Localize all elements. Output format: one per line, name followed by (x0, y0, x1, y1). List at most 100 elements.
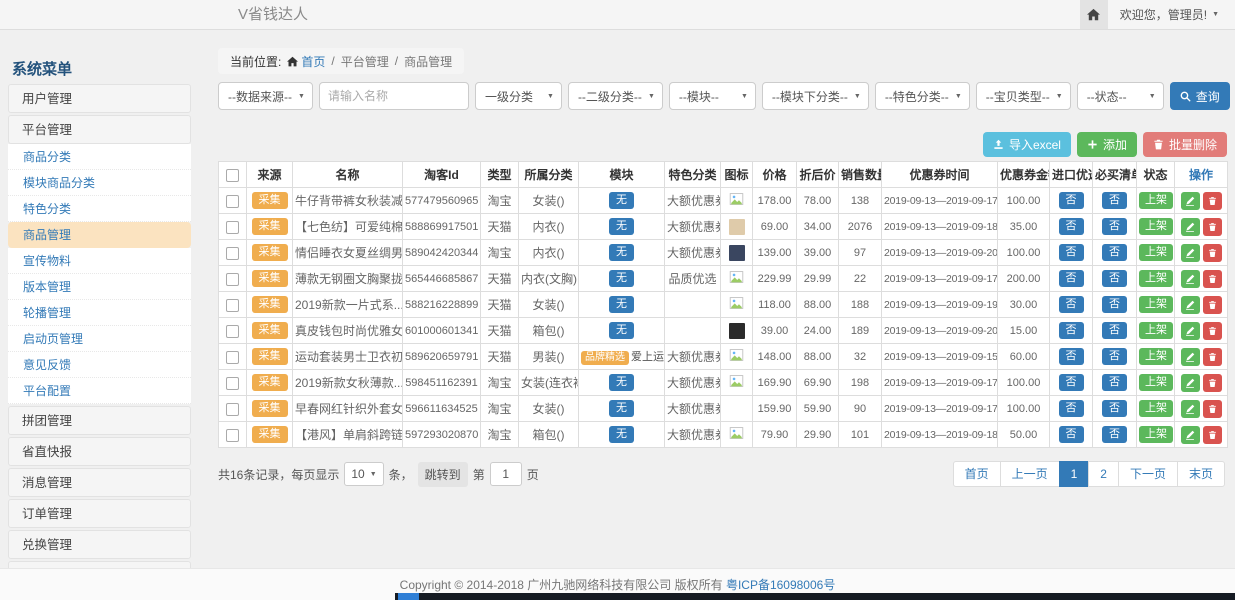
row-checkbox[interactable] (226, 377, 239, 390)
must-buy-toggle[interactable]: 否 (1102, 192, 1127, 209)
status-badge[interactable]: 上架 (1139, 322, 1173, 339)
sidebar-item-7[interactable]: 版本管理 (8, 274, 191, 300)
pager-page-2[interactable]: 2 (1088, 461, 1119, 487)
sidebar-item-5[interactable]: 商品管理 (8, 222, 191, 248)
sidebar-item-2[interactable]: 商品分类 (8, 144, 191, 170)
must-buy-toggle[interactable]: 否 (1102, 426, 1127, 443)
filter-select-5[interactable]: --模块下分类--▼ (762, 82, 869, 110)
filter-select-0[interactable]: --数据来源--▼ (218, 82, 313, 110)
imported-toggle[interactable]: 否 (1059, 244, 1084, 261)
edit-button[interactable] (1181, 400, 1200, 418)
sidebar-item-15[interactable]: 订单管理 (8, 499, 191, 528)
home-button[interactable] (1080, 0, 1108, 29)
user-menu[interactable]: 欢迎您，管理员! ▼ (1108, 6, 1235, 23)
sidebar-item-9[interactable]: 启动页管理 (8, 326, 191, 352)
row-checkbox[interactable] (226, 247, 239, 260)
breadcrumb-home-link[interactable]: 首页 (287, 53, 325, 70)
sidebar-item-14[interactable]: 消息管理 (8, 468, 191, 497)
must-buy-toggle[interactable]: 否 (1102, 296, 1127, 313)
edit-button[interactable] (1181, 348, 1200, 366)
must-buy-toggle[interactable]: 否 (1102, 244, 1127, 261)
must-buy-toggle[interactable]: 否 (1102, 348, 1127, 365)
status-badge[interactable]: 上架 (1139, 192, 1173, 209)
status-badge[interactable]: 上架 (1139, 244, 1173, 261)
pager-page-1[interactable]: 1 (1059, 461, 1090, 487)
edit-button[interactable] (1181, 374, 1200, 392)
row-checkbox[interactable] (226, 325, 239, 338)
pager-next[interactable]: 下一页 (1118, 461, 1178, 487)
edit-button[interactable] (1181, 426, 1200, 444)
delete-button[interactable] (1203, 400, 1222, 418)
sidebar-item-6[interactable]: 宣传物料 (8, 248, 191, 274)
delete-button[interactable] (1203, 218, 1222, 236)
filter-select-3[interactable]: --二级分类--▼ (568, 82, 663, 110)
sidebar-item-12[interactable]: 拼团管理 (8, 406, 191, 435)
filter-select-8[interactable]: --状态--▼ (1077, 82, 1164, 110)
delete-button[interactable] (1203, 322, 1222, 340)
imported-toggle[interactable]: 否 (1059, 348, 1084, 365)
status-badge[interactable]: 上架 (1139, 400, 1173, 417)
row-checkbox[interactable] (226, 351, 239, 364)
filter-select-4[interactable]: --模块--▼ (669, 82, 756, 110)
imported-toggle[interactable]: 否 (1059, 218, 1084, 235)
page-number-input[interactable] (490, 462, 522, 486)
batch-delete-button[interactable]: 批量删除 (1143, 132, 1227, 157)
status-badge[interactable]: 上架 (1139, 426, 1173, 443)
sidebar-item-10[interactable]: 意见反馈 (8, 352, 191, 378)
edit-button[interactable] (1181, 192, 1200, 210)
row-checkbox[interactable] (226, 195, 239, 208)
add-button[interactable]: 添加 (1077, 132, 1137, 157)
edit-button[interactable] (1181, 270, 1200, 288)
delete-button[interactable] (1203, 426, 1222, 444)
filter-select-2[interactable]: 一级分类▼ (475, 82, 562, 110)
pager-prev[interactable]: 上一页 (1000, 461, 1060, 487)
must-buy-toggle[interactable]: 否 (1102, 218, 1127, 235)
jump-button[interactable]: 跳转到 (418, 462, 468, 487)
sidebar-item-11[interactable]: 平台配置 (8, 378, 191, 404)
delete-button[interactable] (1203, 192, 1222, 210)
status-badge[interactable]: 上架 (1139, 348, 1173, 365)
pager-first[interactable]: 首页 (953, 461, 1001, 487)
search-button[interactable]: 查询 (1170, 82, 1230, 110)
must-buy-toggle[interactable]: 否 (1102, 374, 1127, 391)
must-buy-toggle[interactable]: 否 (1102, 322, 1127, 339)
edit-button[interactable] (1181, 322, 1200, 340)
status-badge[interactable]: 上架 (1139, 270, 1173, 287)
imported-toggle[interactable]: 否 (1059, 192, 1084, 209)
must-buy-toggle[interactable]: 否 (1102, 400, 1127, 417)
row-checkbox[interactable] (226, 429, 239, 442)
row-checkbox[interactable] (226, 273, 239, 286)
imported-toggle[interactable]: 否 (1059, 400, 1084, 417)
row-checkbox[interactable] (226, 221, 239, 234)
imported-toggle[interactable]: 否 (1059, 270, 1084, 287)
select-all-checkbox[interactable] (226, 169, 239, 182)
search-name-input[interactable] (319, 82, 469, 110)
imported-toggle[interactable]: 否 (1059, 426, 1084, 443)
edit-button[interactable] (1181, 244, 1200, 262)
per-page-select[interactable]: 10 ▼ (344, 462, 383, 486)
sidebar-item-3[interactable]: 模块商品分类 (8, 170, 191, 196)
status-badge[interactable]: 上架 (1139, 218, 1173, 235)
delete-button[interactable] (1203, 296, 1222, 314)
status-badge[interactable]: 上架 (1139, 374, 1173, 391)
delete-button[interactable] (1203, 270, 1222, 288)
row-checkbox[interactable] (226, 299, 239, 312)
sidebar-item-0[interactable]: 用户管理 (8, 84, 191, 113)
must-buy-toggle[interactable]: 否 (1102, 270, 1127, 287)
status-badge[interactable]: 上架 (1139, 296, 1173, 313)
edit-button[interactable] (1181, 296, 1200, 314)
sidebar-item-8[interactable]: 轮播管理 (8, 300, 191, 326)
sidebar-item-16[interactable]: 兑换管理 (8, 530, 191, 559)
filter-select-6[interactable]: --特色分类--▼ (875, 82, 970, 110)
imported-toggle[interactable]: 否 (1059, 374, 1084, 391)
row-checkbox[interactable] (226, 403, 239, 416)
sidebar-item-13[interactable]: 省直快报 (8, 437, 191, 466)
imported-toggle[interactable]: 否 (1059, 296, 1084, 313)
pager-last[interactable]: 末页 (1177, 461, 1225, 487)
delete-button[interactable] (1203, 348, 1222, 366)
sidebar-item-4[interactable]: 特色分类 (8, 196, 191, 222)
delete-button[interactable] (1203, 374, 1222, 392)
imported-toggle[interactable]: 否 (1059, 322, 1084, 339)
edit-button[interactable] (1181, 218, 1200, 236)
icp-link[interactable]: 粤ICP备16098006号 (726, 576, 835, 593)
